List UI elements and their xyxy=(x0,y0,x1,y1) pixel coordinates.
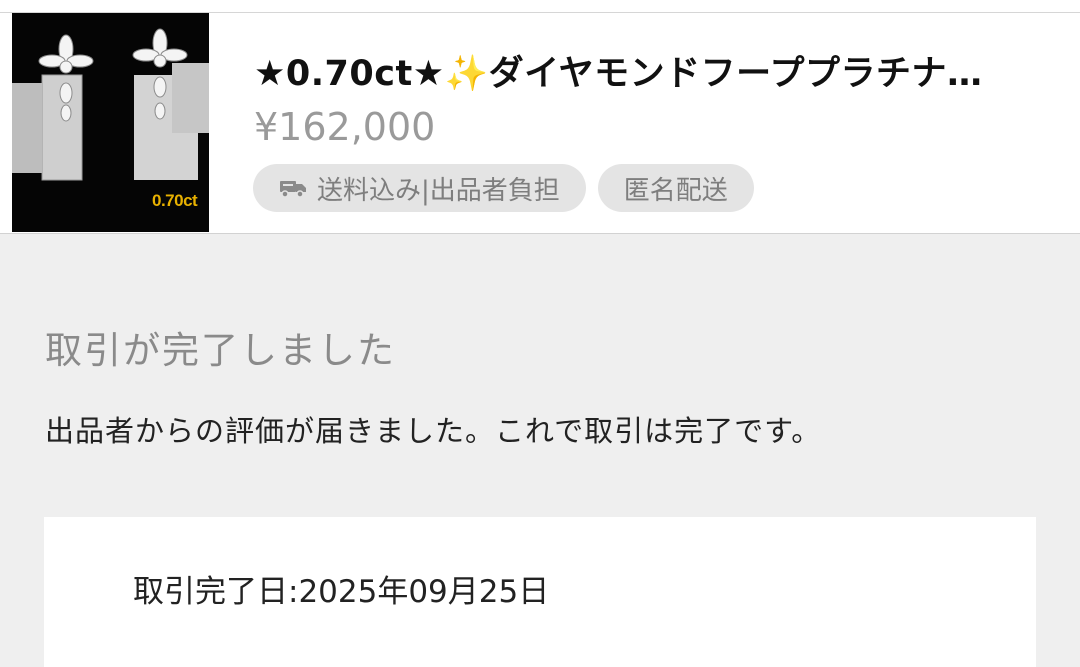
shipping-chips: 送料込み|出品者負担 匿名配送 xyxy=(253,164,754,212)
status-heading: 取引が完了しました xyxy=(45,329,396,372)
item-price: ¥162,000 xyxy=(254,105,436,149)
item-card[interactable]: 0.70ct ★0.70ct★✨ダイヤモンドフーププラチナ… ¥162,000 … xyxy=(0,13,1080,234)
completion-date: 取引完了日:2025年09月25日 xyxy=(133,574,550,610)
shipping-fee-chip: 送料込み|出品者負担 xyxy=(253,164,586,212)
top-divider xyxy=(0,0,1080,13)
item-title[interactable]: ★0.70ct★✨ダイヤモンドフーププラチナ… xyxy=(254,45,1054,96)
transaction-detail-card: 取引完了日:2025年09月25日 xyxy=(44,517,1036,667)
item-thumbnail[interactable]: 0.70ct xyxy=(12,13,209,232)
shipping-fee-label: 送料込み|出品者負担 xyxy=(317,175,560,206)
thumbnail-carat-label: 0.70ct xyxy=(152,191,198,210)
anonymous-shipping-chip: 匿名配送 xyxy=(597,164,754,212)
truck-icon xyxy=(280,181,306,198)
status-message: 出品者からの評価が届きました。これで取引は完了です。 xyxy=(45,414,822,448)
anonymous-shipping-label: 匿名配送 xyxy=(623,175,728,206)
